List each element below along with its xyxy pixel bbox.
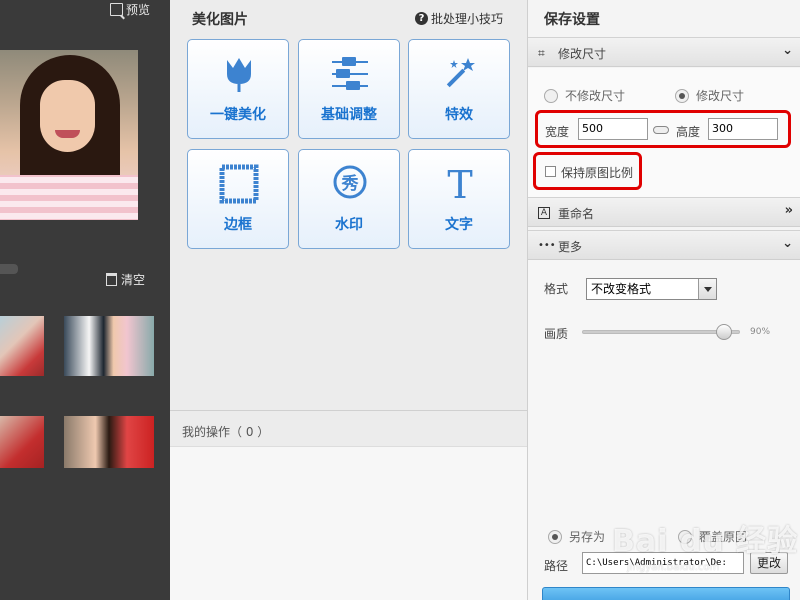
- main-photo-preview: [0, 50, 138, 220]
- stamp-glyph: 秀: [341, 174, 359, 194]
- tool-basic-adjust[interactable]: 基础调整: [298, 39, 400, 139]
- format-label: 格式: [544, 282, 569, 296]
- height-label: 高度: [676, 125, 701, 139]
- trash-icon: [106, 273, 117, 286]
- watermark-url: jingyan.baidu.com: [627, 562, 720, 573]
- save-settings-panel: 保存设置 ⌗ 修改尺寸 ⌄ 不修改尺寸 修改尺寸 宽度 500 高度 300 保…: [527, 0, 800, 600]
- tool-label: 水印: [335, 217, 363, 233]
- clear-button[interactable]: 清空: [106, 271, 145, 288]
- width-input[interactable]: 500: [578, 118, 648, 140]
- tool-one-click-beautify[interactable]: 一键美化: [187, 39, 289, 139]
- tool-watermark[interactable]: 秀 水印: [298, 149, 400, 249]
- tool-label: 一键美化: [210, 107, 266, 123]
- save-button[interactable]: [542, 587, 790, 600]
- stamp-icon: 秀: [333, 165, 367, 199]
- chevron-collapse-icon[interactable]: ⌄: [782, 236, 793, 251]
- photo-thumbnail[interactable]: [64, 316, 154, 376]
- text-icon: T: [447, 164, 472, 204]
- crop-icon: ⌗: [538, 46, 545, 60]
- format-select[interactable]: 不改变格式: [586, 278, 717, 300]
- tulip-icon: [227, 58, 251, 92]
- clear-label: 清空: [121, 273, 146, 287]
- radio-label: 不修改尺寸: [565, 89, 626, 103]
- tool-label: 文字: [445, 217, 473, 233]
- path-label: 路径: [544, 559, 569, 573]
- baidu-jingyan-watermark: Bai du 经验: [612, 524, 799, 559]
- more-section-header[interactable]: ••• 更多 ⌄: [528, 230, 800, 260]
- tool-label: 基础调整: [321, 107, 377, 123]
- radio-no-resize[interactable]: 不修改尺寸: [544, 87, 625, 104]
- tool-effects[interactable]: 特效: [408, 39, 510, 139]
- tool-text[interactable]: T 文字: [408, 149, 510, 249]
- preview-button[interactable]: 预览: [110, 1, 150, 18]
- my-operations-bar: 我的操作（ 0 ）: [170, 410, 527, 446]
- magic-wand-icon: [446, 58, 475, 88]
- radio-save-as[interactable]: 另存为: [548, 528, 605, 545]
- format-select-value: 不改变格式: [591, 282, 652, 296]
- keep-ratio-checkbox[interactable]: [545, 166, 556, 177]
- dropdown-arrow-icon[interactable]: [698, 279, 716, 299]
- quality-value: 90%: [750, 327, 771, 337]
- more-header-label: 更多: [558, 240, 583, 254]
- width-label: 宽度: [545, 125, 570, 139]
- my-operations-label: 我的操作（ 0 ）: [182, 425, 270, 439]
- beautify-panel: 美化图片 ? 批处理小技巧 一键美化 基础调整 特效 边框 秀 水印 T 文字 …: [170, 0, 527, 600]
- thumbnail-strip-scroll-handle[interactable]: [0, 264, 18, 274]
- frame-icon: [219, 164, 259, 204]
- radio-label: 另存为: [569, 530, 606, 544]
- batch-tips-label: 批处理小技巧: [430, 12, 503, 26]
- help-icon: ?: [414, 12, 428, 25]
- preview-icon: [110, 3, 123, 16]
- radio-dot-selected: [675, 88, 689, 103]
- quality-slider-thumb[interactable]: [716, 324, 733, 340]
- photo-thumbnail[interactable]: [0, 416, 44, 468]
- sliders-icon: [332, 57, 368, 90]
- tool-label: 边框: [224, 217, 252, 233]
- batch-tips-link[interactable]: ? 批处理小技巧: [414, 10, 503, 27]
- rename-section-header[interactable]: A 重命名 »: [528, 197, 800, 227]
- photo-thumbnail[interactable]: [64, 416, 154, 468]
- save-settings-title: 保存设置: [544, 12, 600, 28]
- link-ratio-icon[interactable]: [653, 126, 669, 134]
- my-operations-list: [170, 446, 527, 600]
- rename-header-label: 重命名: [558, 207, 595, 221]
- chevron-collapse-icon[interactable]: ⌄: [782, 43, 793, 58]
- photo-thumbnail[interactable]: [0, 316, 44, 376]
- height-input[interactable]: 300: [708, 118, 778, 140]
- more-dots-icon: •••: [538, 240, 556, 251]
- radio-dot: [544, 88, 558, 103]
- left-image-panel: 预览 清空: [0, 0, 170, 600]
- radio-dot-selected: [548, 529, 562, 544]
- beautify-title: 美化图片: [192, 12, 248, 28]
- resize-section-body: 不修改尺寸 修改尺寸 宽度 500 高度 300 保持原图比例: [528, 68, 800, 197]
- rename-icon: A: [538, 207, 550, 219]
- preview-label: 预览: [126, 3, 151, 17]
- resize-header-label: 修改尺寸: [558, 47, 607, 61]
- quality-label: 画质: [544, 327, 569, 341]
- keep-ratio-label: 保持原图比例: [561, 166, 634, 180]
- radio-resize[interactable]: 修改尺寸: [675, 87, 744, 104]
- radio-label: 修改尺寸: [696, 89, 745, 103]
- tool-frame[interactable]: 边框: [187, 149, 289, 249]
- chevron-expand-icon[interactable]: »: [785, 203, 793, 218]
- tool-label: 特效: [445, 107, 473, 123]
- resize-section-header[interactable]: ⌗ 修改尺寸 ⌄: [528, 37, 800, 67]
- text-glyph: T: [447, 164, 472, 204]
